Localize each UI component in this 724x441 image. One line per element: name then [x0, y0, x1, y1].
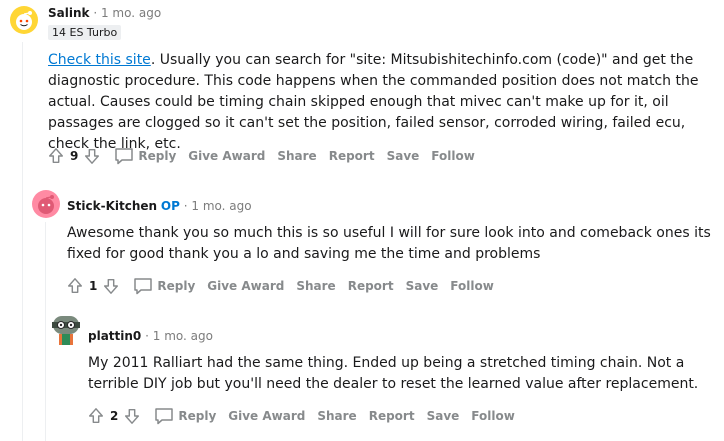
separator: ·: [183, 199, 188, 213]
give-award-button[interactable]: Give Award: [228, 409, 305, 423]
give-award-button[interactable]: Give Award: [207, 279, 284, 293]
reply-button[interactable]: Reply: [154, 407, 216, 425]
avatar-icon: [16, 11, 32, 30]
op-badge: OP: [160, 199, 180, 213]
reply-button[interactable]: Reply: [114, 147, 176, 165]
upvote-button[interactable]: [65, 276, 85, 296]
share-button[interactable]: Share: [317, 409, 356, 423]
save-button[interactable]: Save: [427, 409, 460, 423]
comment-actions: 1 Reply Give Award Share Report Save Fol…: [65, 274, 494, 298]
comment-body: Awesome thank you so much this is so use…: [67, 225, 711, 262]
thread-line[interactable]: [45, 222, 46, 441]
downvote-button[interactable]: [101, 276, 121, 296]
save-button[interactable]: Save: [406, 279, 439, 293]
upvote-button[interactable]: [86, 406, 106, 426]
downvote-icon: [85, 148, 100, 164]
reply-button[interactable]: Reply: [133, 277, 195, 295]
comment-actions: 2 Reply Give Award Share Report Save Fol…: [86, 404, 515, 428]
separator: ·: [93, 6, 98, 20]
upvote-icon: [67, 278, 83, 294]
comment-meta: Stick-Kitchen OP · 1 mo. ago: [67, 199, 252, 213]
avatar-icon: [38, 195, 54, 214]
vote-score: 9: [70, 149, 79, 163]
reply-icon: [114, 147, 134, 165]
avatar[interactable]: [10, 6, 38, 34]
report-button[interactable]: Report: [348, 279, 394, 293]
reply-label: Reply: [157, 279, 196, 293]
comment-body: Check this site. Usually you can search …: [48, 50, 716, 155]
timestamp[interactable]: 1 mo. ago: [101, 6, 161, 20]
save-button[interactable]: Save: [387, 149, 420, 163]
report-button[interactable]: Report: [369, 409, 415, 423]
share-button[interactable]: Share: [296, 279, 335, 293]
avatar-icon: [52, 316, 80, 345]
comment-link[interactable]: Check this site: [48, 52, 151, 68]
separator: ·: [145, 329, 149, 343]
avatar[interactable]: [32, 190, 60, 218]
downvote-icon: [125, 408, 140, 424]
avatar[interactable]: [50, 312, 82, 348]
downvote-icon: [104, 278, 119, 294]
timestamp[interactable]: 1 mo. ago: [191, 199, 251, 213]
upvote-button[interactable]: [46, 146, 66, 166]
give-award-button[interactable]: Give Award: [188, 149, 265, 163]
upvote-icon: [48, 148, 64, 164]
username[interactable]: Salink: [48, 6, 90, 20]
follow-button[interactable]: Follow: [471, 409, 515, 423]
comment-meta: plattin0 · 1 mo. ago: [88, 329, 213, 343]
comment-body: My 2011 Ralliart had the same thing. End…: [88, 355, 699, 392]
vote-score: 1: [89, 279, 98, 293]
upvote-icon: [88, 408, 104, 424]
downvote-button[interactable]: [82, 146, 102, 166]
follow-button[interactable]: Follow: [450, 279, 494, 293]
reply-label: Reply: [178, 409, 217, 423]
user-flair: 14 ES Turbo: [48, 25, 122, 40]
reply-icon: [133, 277, 153, 295]
share-button[interactable]: Share: [277, 149, 316, 163]
comment-meta: Salink · 1 mo. ago: [48, 6, 161, 20]
username[interactable]: plattin0: [88, 329, 141, 343]
comment-actions: 9 Reply Give Award Share Report Save Fol…: [46, 144, 475, 168]
report-button[interactable]: Report: [329, 149, 375, 163]
reply-icon: [154, 407, 174, 425]
downvote-button[interactable]: [122, 406, 142, 426]
username[interactable]: Stick-Kitchen: [67, 199, 157, 213]
thread-line[interactable]: [22, 42, 23, 441]
timestamp[interactable]: 1 mo. ago: [153, 329, 213, 343]
vote-score: 2: [110, 409, 119, 423]
reply-label: Reply: [138, 149, 177, 163]
follow-button[interactable]: Follow: [431, 149, 475, 163]
